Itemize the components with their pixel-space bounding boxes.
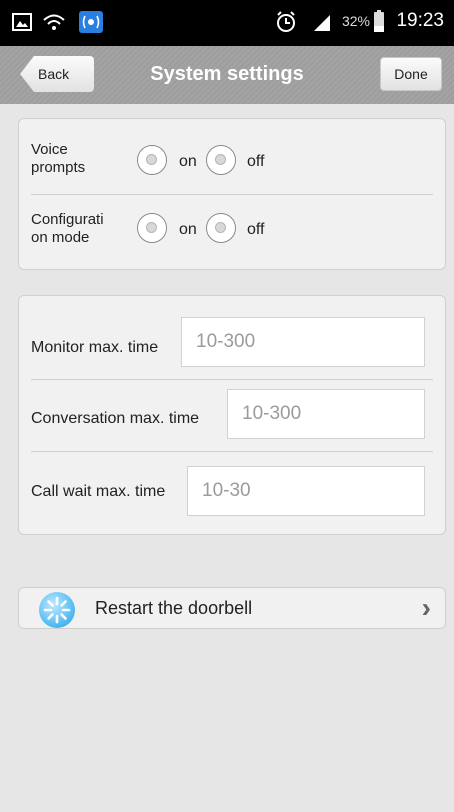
done-button[interactable]: Done <box>380 57 442 91</box>
divider <box>31 194 433 195</box>
monitor-max-time-label: Monitor max. time <box>31 339 159 356</box>
battery-icon <box>374 10 384 32</box>
alarm-icon <box>277 11 295 32</box>
restart-icon <box>39 592 75 628</box>
call-wait-max-time-label: Call wait max. time <box>31 483 166 500</box>
restart-doorbell-row[interactable]: Restart the doorbell › <box>18 587 446 629</box>
configuration-mode-on-radio[interactable] <box>137 213 167 243</box>
conversation-max-time-label: Conversation max. time <box>31 410 200 427</box>
cell-signal-icon <box>314 15 330 31</box>
time-settings-card: Monitor max. time Conversation max. time… <box>18 295 446 535</box>
status-bar: 32% 19:23 <box>0 0 454 46</box>
configuration-mode-on-label: on <box>179 221 197 238</box>
voice-prompts-label: Voice prompts <box>31 141 86 176</box>
configuration-mode-off-radio[interactable] <box>206 213 236 243</box>
monitor-max-time-input[interactable] <box>181 317 425 367</box>
configuration-mode-label: Configurati on mode <box>31 211 104 246</box>
divider <box>31 451 433 452</box>
call-wait-max-time-input[interactable] <box>187 466 425 516</box>
voice-prompts-on-label: on <box>179 153 197 170</box>
wifi-icon <box>43 14 65 30</box>
conversation-max-time-input[interactable] <box>227 389 425 439</box>
image-icon <box>12 13 32 31</box>
divider <box>31 379 433 380</box>
clock: 19:23 <box>396 10 444 31</box>
battery-percent: 32% <box>341 13 370 29</box>
configuration-mode-off-label: off <box>247 221 265 238</box>
voice-prompts-on-radio[interactable] <box>137 145 167 175</box>
voice-prompts-off-label: off <box>247 153 265 170</box>
restart-doorbell-label: Restart the doorbell <box>95 598 253 618</box>
chevron-right-icon: › <box>421 592 431 623</box>
signal-app-icon <box>79 11 103 33</box>
title-bar: Back System settings Done <box>0 46 454 104</box>
mode-settings-card: Voice prompts on off Configurati on mode… <box>18 118 446 270</box>
voice-prompts-off-radio[interactable] <box>206 145 236 175</box>
